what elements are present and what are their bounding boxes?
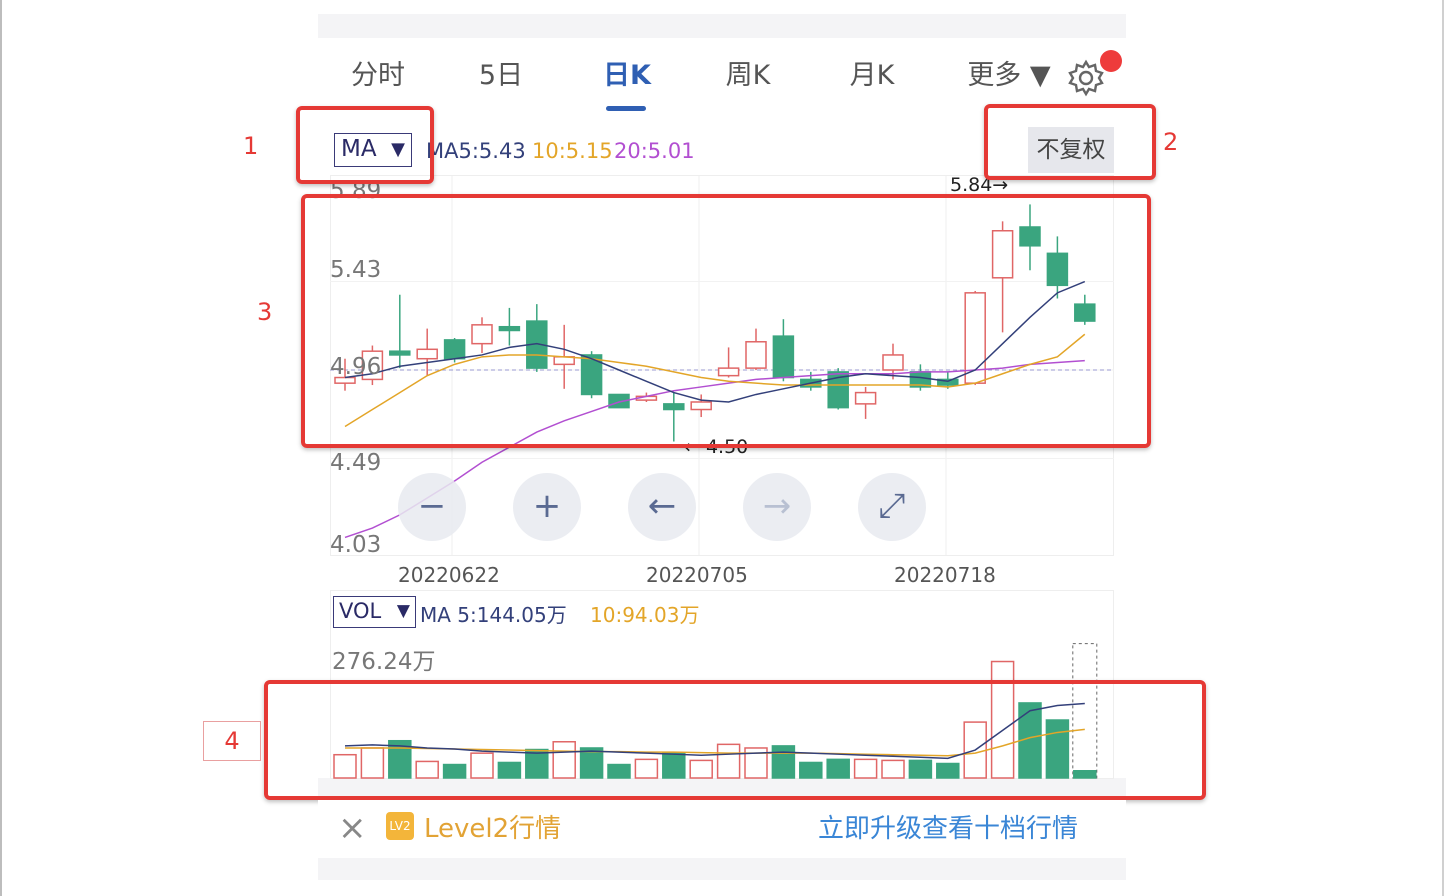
ma20-value: 20:5.01	[614, 139, 695, 163]
tab-5day[interactable]: 5日	[466, 56, 536, 96]
tab-intraday[interactable]: 分时	[340, 56, 416, 96]
scroll-right-button[interactable]: →	[743, 473, 811, 541]
date-label-3: 20220718	[894, 563, 996, 587]
top-card-fragment	[318, 0, 1126, 14]
window-edge-left	[0, 0, 2, 896]
annotation-label-1: 1	[243, 132, 259, 160]
annotation-label-2: 2	[1163, 128, 1179, 156]
level2-label: Level2行情	[424, 814, 562, 844]
upgrade-level2-link[interactable]: 立即升级查看十档行情	[818, 808, 1078, 845]
notification-dot	[1100, 50, 1122, 72]
annotation-box-4	[264, 680, 1206, 800]
tab-monthly-k[interactable]: 月K	[836, 56, 908, 96]
date-label-2: 20220705	[646, 563, 748, 587]
zoom-out-button[interactable]: −	[398, 473, 466, 541]
ma5-value: MA5:5.43	[426, 139, 526, 163]
price-tick-4: 4.49	[330, 450, 382, 476]
date-label-1: 20220622	[398, 563, 500, 587]
scroll-left-button[interactable]: ←	[628, 473, 696, 541]
annotation-label-4: 4	[203, 721, 261, 761]
price-tick-5: 4.03	[330, 532, 382, 558]
tab-daily-k[interactable]: 日K	[592, 56, 662, 96]
annotation-box-1	[296, 106, 434, 184]
fullscreen-button[interactable]: ⤢	[858, 473, 926, 541]
close-banner-button[interactable]: ×	[338, 808, 367, 848]
zoom-in-button[interactable]: +	[513, 473, 581, 541]
active-tab-indicator	[606, 106, 646, 111]
next-card-fragment	[318, 880, 1126, 896]
lv2-badge-icon: LV2	[386, 812, 414, 840]
annotation-label-3: 3	[257, 298, 273, 326]
tab-weekly-k[interactable]: 周K	[712, 56, 784, 96]
annotation-box-3	[301, 194, 1151, 448]
tab-more[interactable]: 更多 ▼	[960, 56, 1058, 96]
annotation-box-2	[984, 104, 1156, 180]
ma10-value: 10:5.15	[532, 139, 613, 163]
